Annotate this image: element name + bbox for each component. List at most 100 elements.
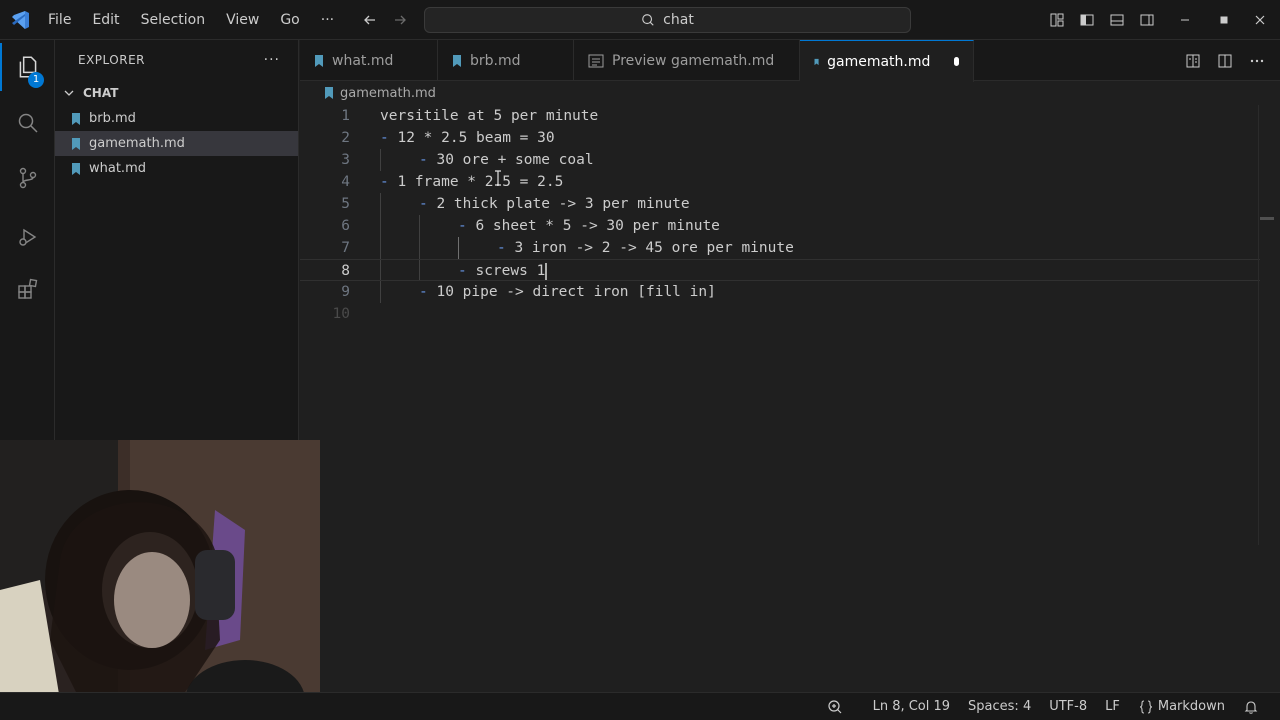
file-name: brb.md (89, 111, 136, 126)
zoom-in-icon (827, 699, 842, 713)
line-content: 12 * 2.5 beam = 30 (397, 130, 555, 146)
explorer-header: EXPLORER ··· (55, 40, 298, 80)
more-actions-button[interactable] (1244, 48, 1270, 74)
editor-line: 3 - 30 ore + some coal (300, 149, 1260, 171)
extensions-icon (17, 278, 37, 299)
file-item-brb[interactable]: brb.md (55, 106, 298, 131)
tab-what[interactable]: what.md (300, 40, 438, 81)
editor-line: 9 - 10 pipe -> direct iron [fill in] (300, 281, 1260, 303)
tab-gamemath[interactable]: gamemath.md (800, 40, 974, 82)
editor-line: 10 (300, 303, 1260, 325)
list-dash: - (497, 240, 506, 256)
breadcrumb[interactable]: gamemath.md (300, 82, 436, 104)
source-control-view-button[interactable] (0, 153, 55, 203)
arrow-right-icon (395, 15, 406, 25)
maximize-icon (1220, 16, 1228, 24)
run-debug-icon (18, 228, 36, 246)
forward-button[interactable] (388, 8, 412, 32)
editor-tab-bar: what.md brb.md Preview gamemath.md gamem… (300, 40, 1280, 82)
extensions-view-button[interactable] (0, 264, 55, 314)
menu-more[interactable]: ··· (313, 7, 342, 33)
text-mouse-cursor-icon (495, 170, 501, 186)
sidebar-right-icon (1140, 14, 1154, 26)
search-view-button[interactable] (0, 98, 55, 148)
braces-icon (1139, 699, 1152, 714)
markdown-file-icon (814, 58, 819, 65)
explorer-view-button[interactable]: 1 (0, 42, 55, 92)
line-number: 10 (332, 306, 350, 322)
toggle-secondary-sidebar-button[interactable] (1132, 5, 1162, 35)
file-item-gamemath[interactable]: gamemath.md (55, 131, 298, 156)
menu-file[interactable]: File (40, 7, 79, 33)
maximize-button[interactable] (1208, 5, 1240, 35)
unsaved-indicator[interactable] (954, 57, 959, 66)
menu-view[interactable]: View (218, 7, 267, 33)
explorer-more-button[interactable]: ··· (264, 52, 280, 68)
encoding-status[interactable]: UTF-8 (1040, 693, 1096, 720)
eol-status[interactable]: LF (1096, 693, 1129, 720)
vscode-logo-icon[interactable] (8, 8, 32, 32)
list-dash: - (419, 284, 428, 300)
toggle-panel-button[interactable] (1102, 5, 1132, 35)
editor-line: 7 - 3 iron -> 2 -> 45 ore per minute (300, 237, 1260, 259)
code-editor[interactable]: 1 versitile at 5 per minute 2 - 12 * 2.5… (300, 105, 1260, 692)
line-content: 10 pipe -> direct iron [fill in] (436, 284, 716, 300)
split-editor-icon (1218, 54, 1232, 68)
line-text: - 30 ore + some coal (419, 149, 594, 171)
file-name: gamemath.md (89, 136, 185, 151)
toggle-primary-sidebar-button[interactable] (1072, 5, 1102, 35)
menu-bar: File Edit Selection View Go ··· (40, 0, 347, 40)
tab-label: Preview gamemath.md (612, 52, 775, 69)
command-center-search[interactable]: chat (424, 7, 911, 33)
file-item-what[interactable]: what.md (55, 156, 298, 181)
status-bar: Ln 8, Col 19 Spaces: 4 UTF-8 LF Markdown (0, 692, 1280, 720)
open-preview-side-button[interactable] (1180, 48, 1206, 74)
text-cursor (545, 262, 548, 280)
split-editor-button[interactable] (1212, 48, 1238, 74)
ellipsis-icon (1250, 59, 1264, 63)
folder-section-header[interactable]: CHAT (55, 80, 298, 106)
tab-preview-gamemath[interactable]: Preview gamemath.md (574, 40, 800, 81)
customize-layout-button[interactable] (1042, 5, 1072, 35)
line-content: screws 1 (475, 263, 546, 279)
line-number: 6 (341, 218, 350, 234)
line-number: 3 (341, 152, 350, 168)
menu-go[interactable]: Go (272, 7, 307, 33)
scrollbar-thumb[interactable] (1260, 217, 1274, 220)
line-number: 8 (341, 263, 350, 279)
line-text: - screws 1 (458, 260, 548, 282)
line-text: - 10 pipe -> direct iron [fill in] (419, 281, 716, 303)
close-window-button[interactable] (1240, 5, 1280, 35)
editor-scrollbar[interactable] (1258, 105, 1272, 545)
back-button[interactable] (358, 8, 382, 32)
line-content: 3 iron -> 2 -> 45 ore per minute (514, 240, 794, 256)
indentation-status[interactable]: Spaces: 4 (959, 693, 1040, 720)
editor-line-current: 8 - screws 1 (300, 259, 1260, 281)
editor-line: 6 - 6 sheet * 5 -> 30 per minute (300, 215, 1260, 237)
navigation-arrows (358, 8, 412, 32)
list-dash: - (380, 130, 389, 146)
cursor-position-status[interactable]: Ln 8, Col 19 (864, 693, 959, 720)
explorer-badge: 1 (28, 72, 44, 88)
search-icon (642, 14, 654, 26)
explorer-title: EXPLORER (78, 53, 145, 67)
zoom-status[interactable] (818, 693, 856, 720)
minimize-button[interactable] (1162, 5, 1208, 35)
line-text: - 1 frame * 2.5 = 2.5 (380, 171, 563, 193)
window-controls (1042, 0, 1280, 40)
editor-line: 5 - 2 thick plate -> 3 per minute (300, 193, 1260, 215)
file-name: what.md (89, 161, 146, 176)
run-debug-view-button[interactable] (0, 212, 55, 262)
list-dash: - (380, 174, 389, 190)
menu-edit[interactable]: Edit (84, 7, 127, 33)
line-number: 2 (341, 130, 350, 146)
language-mode-status[interactable]: Markdown (1129, 693, 1234, 720)
line-number: 5 (341, 196, 350, 212)
menu-selection[interactable]: Selection (133, 7, 214, 33)
line-content: 6 sheet * 5 -> 30 per minute (475, 218, 720, 234)
tab-label: brb.md (470, 52, 521, 69)
bell-icon (1244, 700, 1258, 714)
tab-brb[interactable]: brb.md (438, 40, 574, 81)
editor-line: 2 - 12 * 2.5 beam = 30 (300, 127, 1260, 149)
notifications-button[interactable] (1234, 693, 1272, 720)
